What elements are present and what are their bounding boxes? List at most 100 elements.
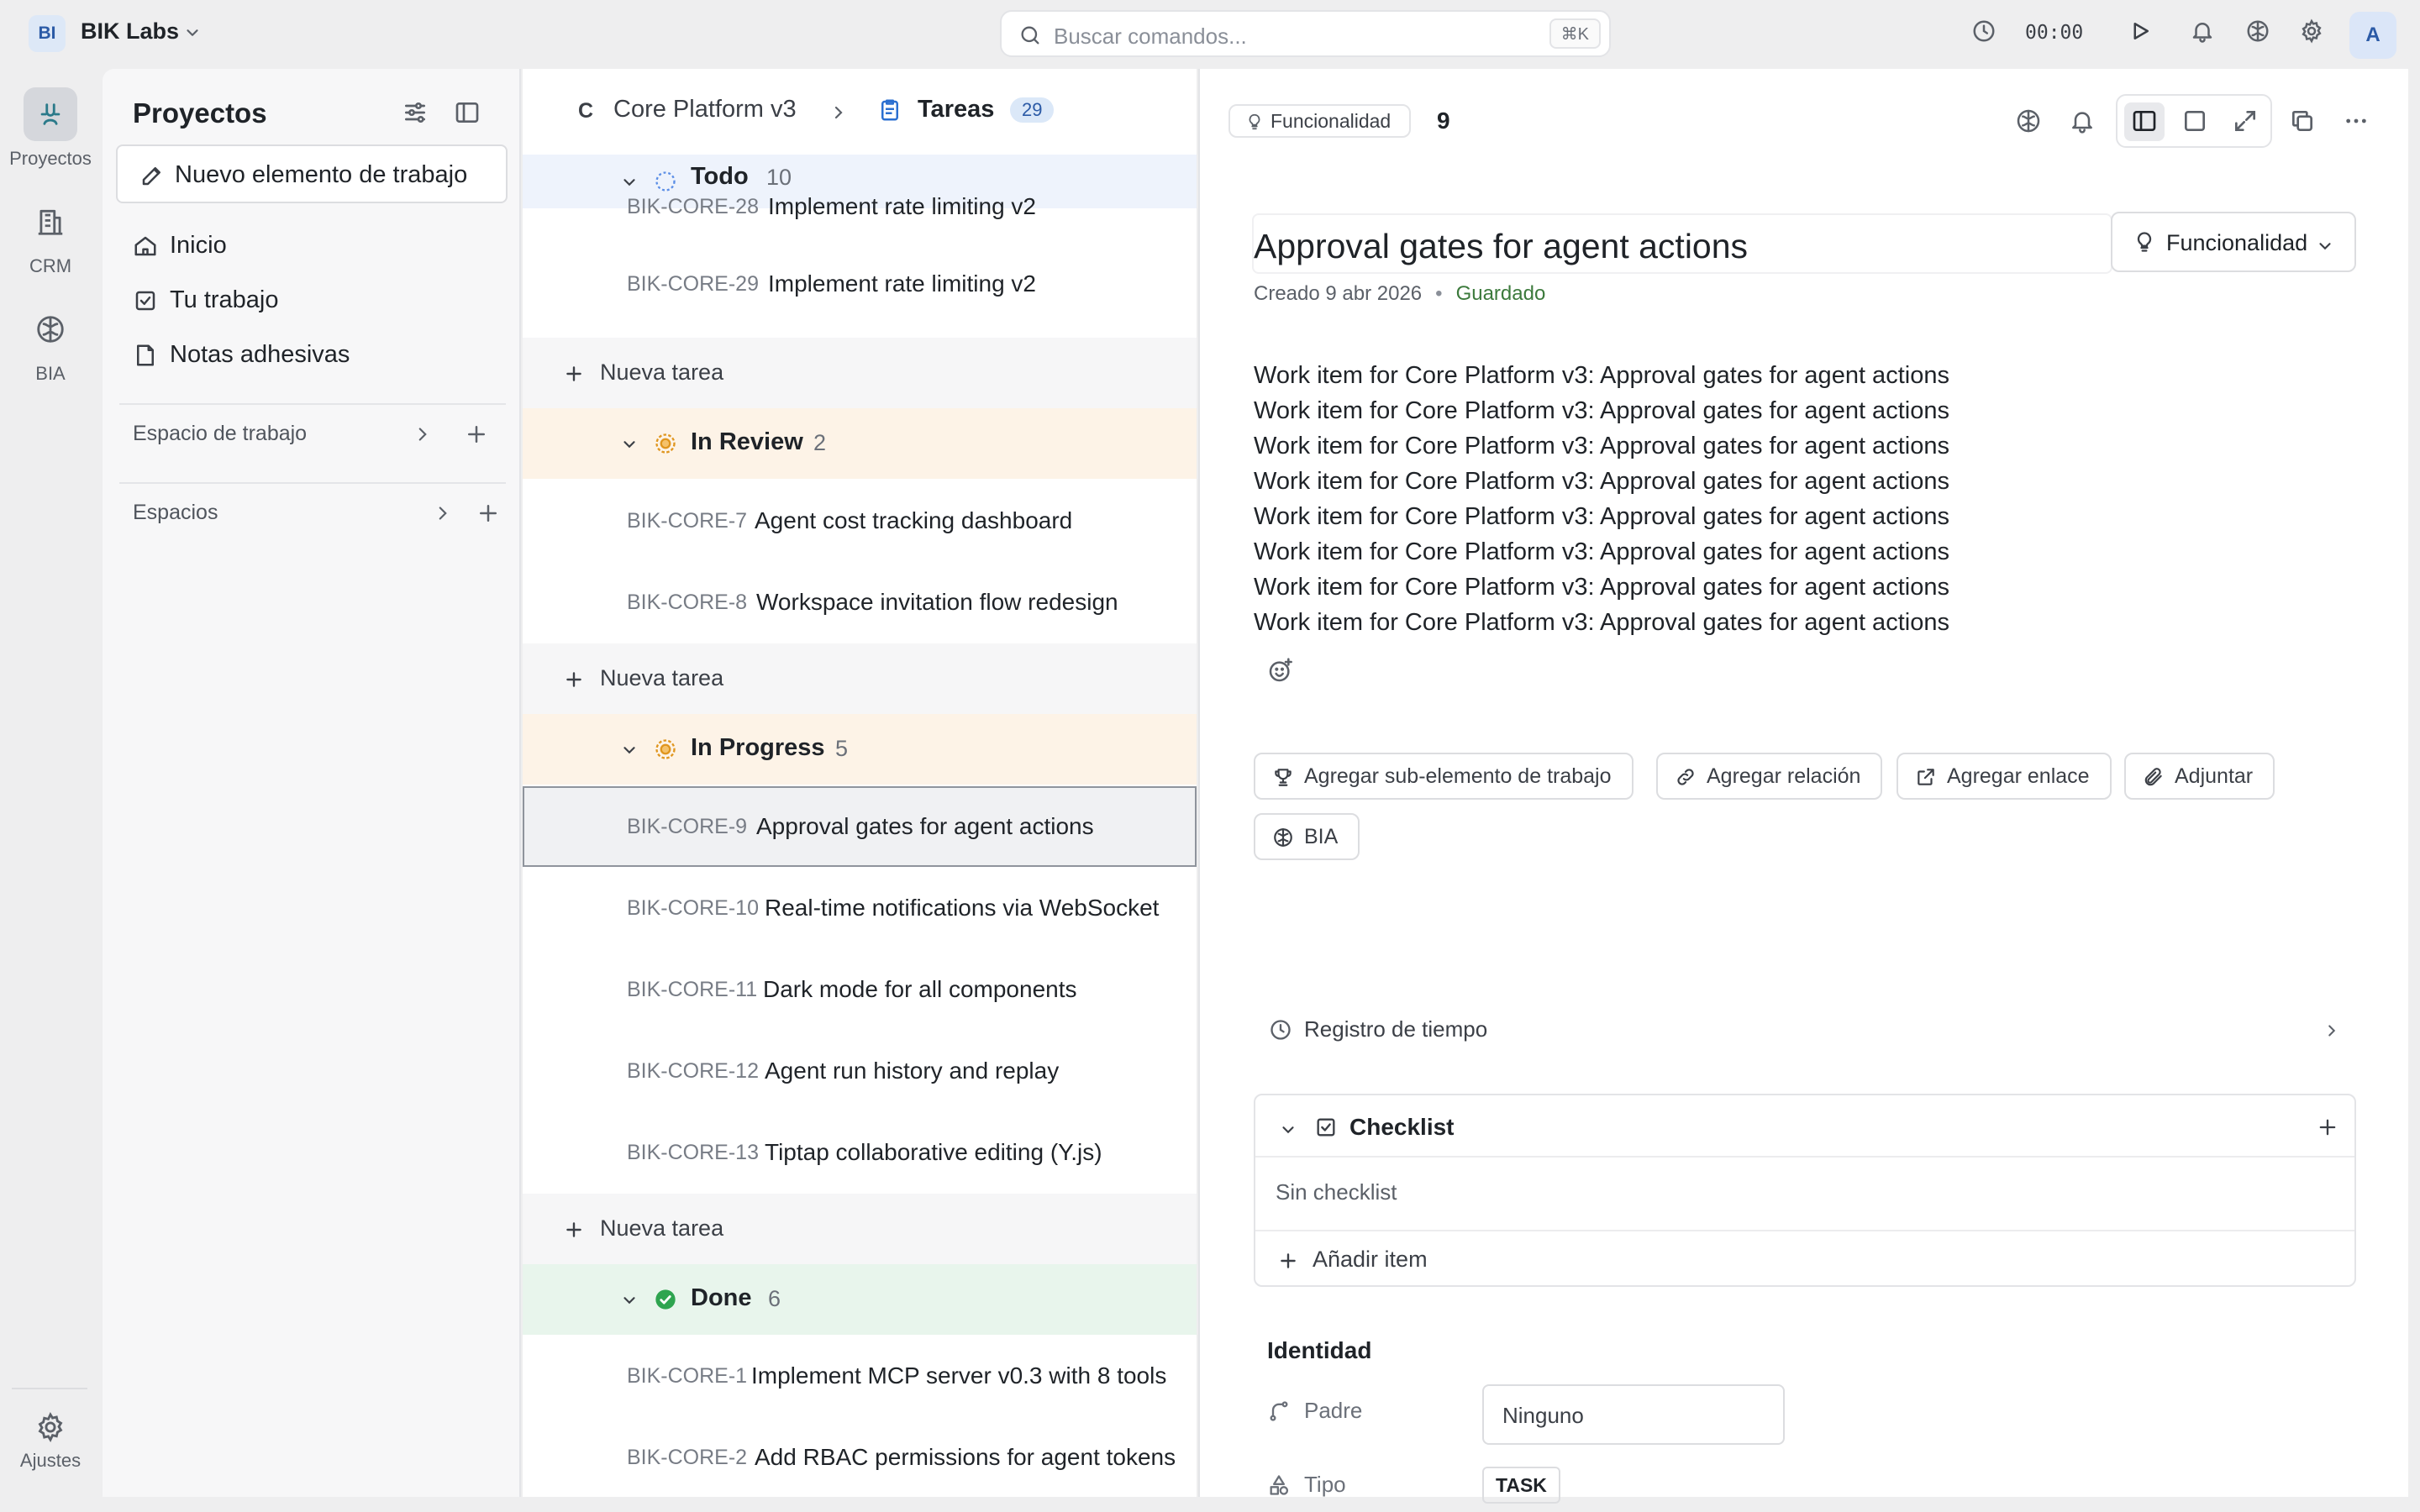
- sidebar-toggle-icon[interactable]: [454, 99, 481, 126]
- workspace-badge[interactable]: BI: [29, 15, 66, 52]
- breadcrumb: C Core Platform v3 Tareas 29: [523, 69, 1197, 156]
- add-link-button[interactable]: Agregar enlace: [1897, 753, 2112, 800]
- rail-item-bia[interactable]: BIA: [0, 302, 101, 385]
- group-name: In Progress: [691, 734, 825, 761]
- description-line: Work item for Core Platform v3: Approval…: [1254, 362, 1949, 389]
- add-relation-button[interactable]: Agregar relación: [1656, 753, 1883, 800]
- chevron-down-icon[interactable]: [1279, 1121, 1297, 1139]
- new-task-button[interactable]: Nueva tarea: [523, 643, 1197, 714]
- section-workspace[interactable]: Espacio de trabajo: [133, 422, 307, 446]
- chevron-down-icon[interactable]: [620, 741, 639, 759]
- user-avatar[interactable]: A: [2349, 12, 2396, 59]
- add-subitem-button[interactable]: Agregar sub-elemento de trabajo: [1254, 753, 1634, 800]
- chevron-right-icon[interactable]: [412, 423, 434, 445]
- task-id: BIK-CORE-29: [627, 272, 759, 296]
- add-reaction-icon[interactable]: [1267, 657, 1294, 684]
- group-count: 10: [766, 165, 792, 190]
- search-placeholder: Buscar comandos...: [1054, 24, 1247, 49]
- new-task-button[interactable]: Nueva tarea: [523, 338, 1197, 408]
- lightbulb-icon: [1245, 113, 1264, 131]
- external-link-icon: [1915, 766, 1937, 788]
- work-item-title[interactable]: Approval gates for agent actions: [1252, 213, 2112, 274]
- workspace-name[interactable]: BIK Labs: [81, 18, 179, 45]
- chevron-down-icon[interactable]: [620, 173, 639, 192]
- brain-icon: [1272, 827, 1294, 848]
- task-row[interactable]: BIK-CORE-29 Implement rate limiting v2: [523, 244, 1197, 324]
- nav-item-label: Inicio: [170, 232, 227, 259]
- group-header-in-review[interactable]: In Review 2: [523, 408, 1197, 479]
- section-spaces[interactable]: Espacios: [133, 501, 218, 525]
- brain-icon[interactable]: [2015, 108, 2042, 134]
- bia-button[interactable]: BIA: [1254, 813, 1360, 860]
- play-icon[interactable]: [2128, 18, 2153, 44]
- more-icon[interactable]: [2343, 108, 2370, 134]
- bell-icon[interactable]: [2190, 18, 2215, 44]
- breadcrumb-project[interactable]: Core Platform v3: [613, 96, 797, 123]
- bell-icon[interactable]: [2069, 108, 2096, 134]
- chevron-right-icon[interactable]: [432, 502, 454, 524]
- type-dropdown[interactable]: Funcionalidad: [2111, 212, 2356, 272]
- type-value-tag[interactable]: TASK: [1482, 1467, 1560, 1504]
- chevron-down-icon[interactable]: [183, 24, 202, 42]
- modal-view-icon[interactable]: [2181, 108, 2208, 134]
- gear-icon[interactable]: [2299, 18, 2324, 44]
- brain-icon[interactable]: [2245, 18, 2270, 44]
- plus-icon[interactable]: [2316, 1116, 2339, 1139]
- task-title: Implement MCP server v0.3 with 8 tools: [751, 1362, 1167, 1389]
- project-initial: C: [578, 99, 594, 123]
- task-row[interactable]: BIK-CORE-10 Real-time notifications via …: [523, 868, 1197, 948]
- task-row-selected[interactable]: BIK-CORE-9 Approval gates for agent acti…: [523, 786, 1197, 867]
- parent-select[interactable]: Ninguno: [1482, 1384, 1785, 1445]
- gear-icon: [24, 1408, 77, 1446]
- task-row[interactable]: BIK-CORE-12 Agent run history and replay: [523, 1031, 1197, 1111]
- task-row[interactable]: BIK-CORE-28 Implement rate limiting v2: [523, 195, 1197, 225]
- rail-item-projects[interactable]: Proyectos: [0, 87, 101, 170]
- saved-status: Guardado: [1455, 282, 1546, 305]
- breadcrumb-tasks[interactable]: Tareas: [918, 96, 994, 123]
- task-row[interactable]: BIK-CORE-8 Workspace invitation flow red…: [523, 562, 1197, 643]
- new-work-item-button[interactable]: Nuevo elemento de trabajo: [116, 144, 508, 203]
- time-log-label: Registro de tiempo: [1304, 1016, 1488, 1042]
- task-id: BIK-CORE-8: [627, 591, 748, 614]
- chevron-down-icon[interactable]: [620, 1291, 639, 1310]
- task-row[interactable]: BIK-CORE-13 Tiptap collaborative editing…: [523, 1112, 1197, 1193]
- expand-icon[interactable]: [2232, 108, 2259, 134]
- rail-item-settings[interactable]: Ajustes: [0, 1408, 101, 1472]
- task-row[interactable]: BIK-CORE-11 Dark mode for all components: [523, 949, 1197, 1030]
- description[interactable]: Work item for Core Platform v3: Approval…: [1254, 358, 1949, 640]
- clock-icon[interactable]: [1971, 18, 1996, 44]
- side-panel-icon[interactable]: [2131, 108, 2158, 134]
- description-line: Work item for Core Platform v3: Approval…: [1254, 397, 1949, 424]
- copy-icon[interactable]: [2289, 108, 2316, 134]
- plus-icon: [563, 669, 585, 690]
- command-search[interactable]: Buscar comandos... ⌘K: [1000, 10, 1611, 57]
- time-log-row[interactable]: Registro de tiempo: [1254, 1003, 2356, 1057]
- divider: [119, 403, 506, 405]
- group-name: In Review: [691, 428, 803, 455]
- type-pill[interactable]: Funcionalidad: [1228, 104, 1412, 138]
- rail-label-crm: CRM: [29, 255, 72, 276]
- branch-icon: [1267, 1399, 1291, 1423]
- plus-icon[interactable]: [464, 422, 489, 447]
- checklist-card: Checklist Sin checklist Añadir item: [1254, 1094, 2356, 1287]
- meta-line: Creado 9 abr 2026 • Guardado: [1254, 282, 1545, 306]
- task-row[interactable]: BIK-CORE-1 Implement MCP server v0.3 wit…: [523, 1336, 1197, 1416]
- task-id: BIK-CORE-13: [627, 1141, 759, 1164]
- new-work-item-label: Nuevo elemento de trabajo: [175, 161, 468, 188]
- add-checklist-item-button[interactable]: Añadir item: [1255, 1230, 2354, 1287]
- nav-item-label: Tu trabajo: [170, 286, 279, 313]
- chevron-down-icon[interactable]: [620, 435, 639, 454]
- plus-icon[interactable]: [476, 501, 501, 526]
- group-header-in-progress[interactable]: In Progress 5: [523, 714, 1197, 785]
- rail-item-crm[interactable]: CRM: [0, 195, 101, 277]
- sliders-icon[interactable]: [402, 99, 429, 126]
- task-row[interactable]: BIK-CORE-7 Agent cost tracking dashboard: [523, 480, 1197, 561]
- new-task-button[interactable]: Nueva tarea: [523, 1194, 1197, 1264]
- group-header-done[interactable]: Done 6: [523, 1264, 1197, 1335]
- attach-button[interactable]: Adjuntar: [2124, 753, 2275, 800]
- created-date: Creado 9 abr 2026: [1254, 282, 1423, 305]
- task-id: BIK-CORE-12: [627, 1059, 759, 1083]
- task-row[interactable]: BIK-CORE-2 Add RBAC permissions for agen…: [523, 1417, 1197, 1497]
- checklist-header[interactable]: Checklist: [1255, 1095, 2354, 1158]
- task-title: Implement rate limiting v2: [768, 270, 1037, 297]
